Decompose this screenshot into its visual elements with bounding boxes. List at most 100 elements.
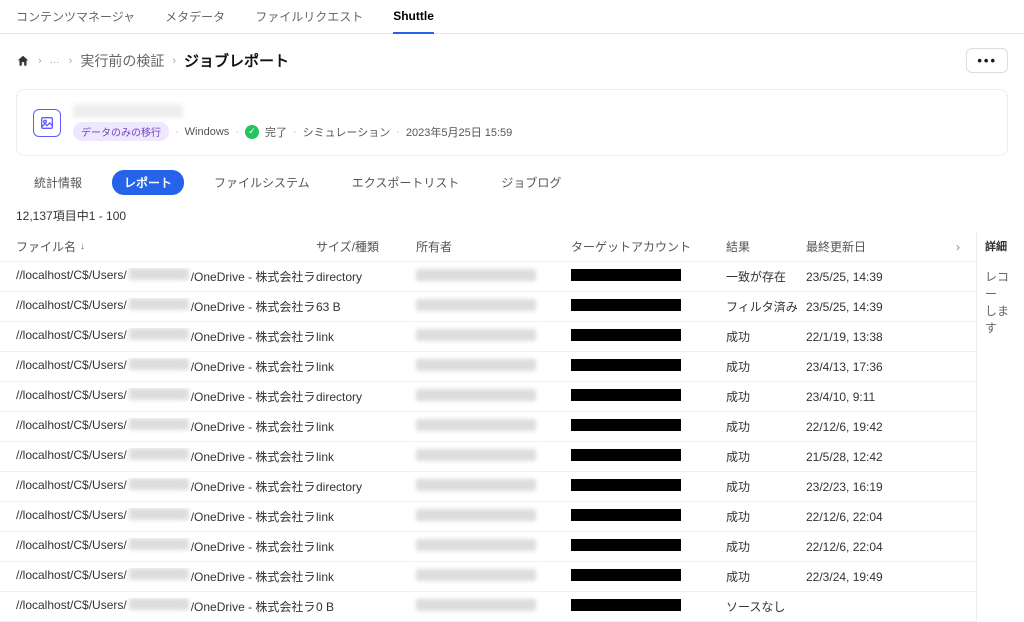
- cell-result: 成功: [726, 478, 806, 495]
- cell-filename: //localhost/C$/Users//OneDrive - 株式会社ラック…: [16, 448, 316, 465]
- breadcrumb-prev[interactable]: 実行前の検証: [80, 51, 164, 71]
- table-header: ファイル名 ↓ サイズ/種類 所有者 ターゲットアカウント 結果 最終更新日 ›: [0, 232, 976, 262]
- cell-target: [571, 299, 726, 314]
- table-row[interactable]: //localhost/C$/Users//OneDrive - 株式会社ラック…: [0, 442, 976, 472]
- cell-updated: 22/12/6, 22:04: [806, 540, 936, 554]
- chevron-right-icon: ›: [38, 55, 42, 67]
- cell-size-type: 0 B: [316, 600, 416, 614]
- tab-filesystem[interactable]: ファイルシステム: [202, 170, 322, 195]
- more-actions-button[interactable]: •••: [966, 48, 1008, 73]
- cell-filename: //localhost/C$/Users//OneDrive - 株式会社ラック…: [16, 568, 316, 585]
- tab-exportlist[interactable]: エクスポートリスト: [340, 170, 472, 195]
- cell-target: [571, 449, 726, 464]
- status-label: 完了: [265, 124, 287, 140]
- table-row[interactable]: //localhost/C$/Users//OneDrive - 株式会社ラック…: [0, 322, 976, 352]
- table-row[interactable]: //localhost/C$/Users//OneDrive - 株式会社ラック…: [0, 532, 976, 562]
- table-row[interactable]: //localhost/C$/Users//OneDrive - 株式会社ラック…: [0, 382, 976, 412]
- col-result[interactable]: 結果: [726, 238, 806, 255]
- chevron-right-icon: ›: [69, 55, 73, 67]
- cell-size-type: link: [316, 540, 416, 554]
- cell-owner: [416, 569, 571, 584]
- cell-filename: //localhost/C$/Users//OneDrive - 株式会社ラック…: [16, 298, 316, 315]
- cell-filename: //localhost/C$/Users//OneDrive - 株式会社ラック…: [16, 358, 316, 375]
- table-row[interactable]: //localhost/C$/Users//OneDrive - 株式会社ラック…: [0, 472, 976, 502]
- cell-updated: 22/3/24, 19:49: [806, 570, 936, 584]
- cell-target: [571, 359, 726, 374]
- details-text1: レコー: [985, 268, 1016, 302]
- table-row[interactable]: //localhost/C$/Users//OneDrive - 株式会社ラック…: [0, 262, 976, 292]
- cell-target: [571, 509, 726, 524]
- cell-owner: [416, 479, 571, 494]
- cell-filename: //localhost/C$/Users//OneDrive - 株式会社ラック: [16, 268, 316, 285]
- cell-owner: [416, 509, 571, 524]
- cell-target: [571, 419, 726, 434]
- cell-result: 成功: [726, 418, 806, 435]
- cell-result: 成功: [726, 388, 806, 405]
- cell-target: [571, 599, 726, 614]
- cell-owner: [416, 419, 571, 434]
- cell-size-type: link: [316, 330, 416, 344]
- cell-size-type: directory: [316, 480, 416, 494]
- details-text2: します: [985, 302, 1016, 336]
- col-target[interactable]: ターゲットアカウント: [571, 238, 726, 255]
- cell-result: 一致が存在: [726, 268, 806, 285]
- topnav-metadata[interactable]: メタデータ: [165, 0, 225, 34]
- cell-owner: [416, 269, 571, 284]
- table-row[interactable]: //localhost/C$/Users//OneDrive - 株式会社ラック…: [0, 352, 976, 382]
- cell-result: フィルタ済み: [726, 298, 806, 315]
- cell-filename: //localhost/C$/Users//OneDrive - 株式会社ラック…: [16, 418, 316, 435]
- topnav-content-manager[interactable]: コンテンツマネージャ: [16, 0, 135, 34]
- breadcrumb: › … › 実行前の検証 › ジョブレポート •••: [0, 34, 1024, 81]
- tab-stats[interactable]: 統計情報: [22, 170, 94, 195]
- cell-size-type: directory: [316, 270, 416, 284]
- cell-size-type: directory: [316, 390, 416, 404]
- col-filename-label: ファイル名: [16, 238, 76, 255]
- col-owner[interactable]: 所有者: [416, 238, 571, 255]
- home-icon[interactable]: [16, 54, 30, 68]
- cell-updated: 23/4/13, 17:36: [806, 360, 936, 374]
- details-header: 詳細: [985, 238, 1016, 254]
- cell-updated: 23/5/25, 14:39: [806, 300, 936, 314]
- cell-updated: 22/1/19, 13:38: [806, 330, 936, 344]
- topnav-file-requests[interactable]: ファイルリクエスト: [255, 0, 363, 34]
- sort-descending-icon: ↓: [80, 241, 85, 252]
- table-row[interactable]: //localhost/C$/Users//OneDrive - 株式会社ラック…: [0, 412, 976, 442]
- report-table: ファイル名 ↓ サイズ/種類 所有者 ターゲットアカウント 結果 最終更新日 ›…: [0, 232, 976, 622]
- topnav-shuttle[interactable]: Shuttle: [393, 0, 434, 34]
- cell-updated: 23/2/23, 16:19: [806, 480, 936, 494]
- table-row[interactable]: //localhost/C$/Users//OneDrive - 株式会社ラック…: [0, 502, 976, 532]
- cell-updated: 21/5/28, 12:42: [806, 450, 936, 464]
- tab-report[interactable]: レポート: [112, 170, 184, 195]
- section-tabs: 統計情報 レポート ファイルシステム エクスポートリスト ジョブログ: [0, 170, 1024, 207]
- tab-joblog[interactable]: ジョブログ: [489, 170, 573, 195]
- cell-updated: 23/5/25, 14:39: [806, 270, 936, 284]
- table-row[interactable]: //localhost/C$/Users//OneDrive - 株式会社ラック…: [0, 592, 976, 622]
- cell-filename: //localhost/C$/Users//OneDrive - 株式会社ラック…: [16, 598, 316, 615]
- breadcrumb-ellipsis[interactable]: …: [50, 55, 61, 66]
- cell-target: [571, 329, 726, 344]
- cell-target: [571, 479, 726, 494]
- cell-result: ソースなし: [726, 598, 806, 615]
- cell-target: [571, 569, 726, 584]
- timestamp-label: 2023年5月25日 15:59: [406, 124, 512, 140]
- cell-owner: [416, 359, 571, 374]
- cell-target: [571, 269, 726, 284]
- top-nav: コンテンツマネージャ メタデータ ファイルリクエスト Shuttle: [0, 0, 1024, 34]
- cell-updated: 22/12/6, 19:42: [806, 420, 936, 434]
- cell-updated: 23/4/10, 9:11: [806, 390, 936, 404]
- job-type-icon: [33, 109, 61, 137]
- details-panel: 詳細 レコー します: [976, 232, 1024, 622]
- breadcrumb-current: ジョブレポート: [184, 50, 289, 71]
- table-row[interactable]: //localhost/C$/Users//OneDrive - 株式会社ラック…: [0, 292, 976, 322]
- col-filename[interactable]: ファイル名 ↓: [16, 238, 316, 255]
- cell-filename: //localhost/C$/Users//OneDrive - 株式会社ラック…: [16, 538, 316, 555]
- cell-size-type: link: [316, 570, 416, 584]
- scroll-right-icon[interactable]: ›: [936, 240, 960, 254]
- cell-filename: //localhost/C$/Users//OneDrive - 株式会社ラック…: [16, 328, 316, 345]
- cell-owner: [416, 299, 571, 314]
- cell-target: [571, 389, 726, 404]
- table-row[interactable]: //localhost/C$/Users//OneDrive - 株式会社ラック…: [0, 562, 976, 592]
- col-updated[interactable]: 最終更新日: [806, 238, 936, 255]
- col-size-type[interactable]: サイズ/種類: [316, 238, 416, 255]
- cell-owner: [416, 539, 571, 554]
